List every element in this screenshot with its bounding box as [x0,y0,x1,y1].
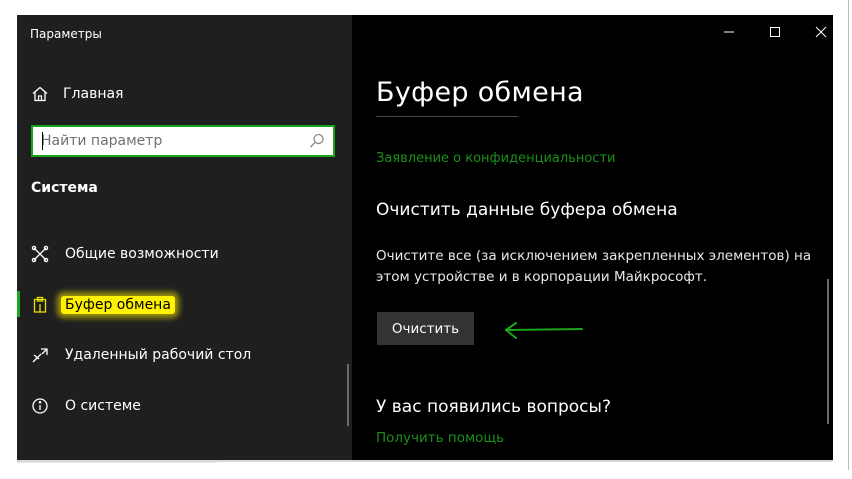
sidebar-item-label: О системе [65,398,141,414]
maximize-icon [770,27,780,37]
get-help-link[interactable]: Получить помощь [376,430,504,446]
settings-window: Параметры Главная Система [17,15,833,460]
sidebar-item-label: Общие возможности [65,246,219,262]
clear-description: Очистите все (за исключением закрепленны… [376,248,812,285]
home-icon [31,85,49,103]
search-input[interactable] [41,131,301,151]
shared-experiences-icon [31,245,49,263]
annotation-arrow [505,322,583,339]
close-icon [815,26,827,38]
clear-button[interactable]: Очистить [377,312,474,345]
minimize-icon [724,31,734,33]
clear-section-title: Очистить данные буфера обмена [376,200,678,220]
page-title: Буфер обмена [376,77,584,108]
main-scrollbar[interactable] [827,279,829,424]
sidebar-item-home[interactable]: Главная [31,83,123,105]
sidebar-item-label: Главная [63,86,124,102]
search-icon[interactable] [308,132,326,150]
sidebar-item-clipboard[interactable]: Буфер обмена [17,291,352,319]
app-title: Параметры [30,27,102,41]
close-button[interactable] [798,20,833,44]
minimize-button[interactable] [706,20,752,44]
sidebar-item-shared-experiences[interactable]: Общие возможности [17,240,352,268]
privacy-statement-link[interactable]: Заявление о конфиденциальности [376,151,615,166]
maximize-button[interactable] [752,20,798,44]
remote-desktop-icon [31,346,49,364]
search-box[interactable] [31,125,335,157]
clipboard-icon [31,296,49,314]
title-divider [376,116,518,117]
window-bottom-edge-shadow [17,462,217,463]
sidebar-item-remote-desktop[interactable]: Удаленный рабочий стол [17,341,352,369]
sidebar: Параметры Главная Система [17,15,352,460]
sidebar-item-label: Буфер обмена [61,296,175,314]
text-caret [42,132,43,150]
sidebar-item-label: Удаленный рабочий стол [65,347,252,363]
sidebar-scrollbar[interactable] [347,364,349,426]
info-icon [31,397,49,415]
main-content: Буфер обмена Заявление о конфиденциально… [352,15,833,460]
faq-title: У вас появились вопросы? [376,397,611,417]
sidebar-item-about[interactable]: О системе [17,392,352,420]
page-edge-line [848,0,849,470]
section-title: Система [31,180,98,196]
